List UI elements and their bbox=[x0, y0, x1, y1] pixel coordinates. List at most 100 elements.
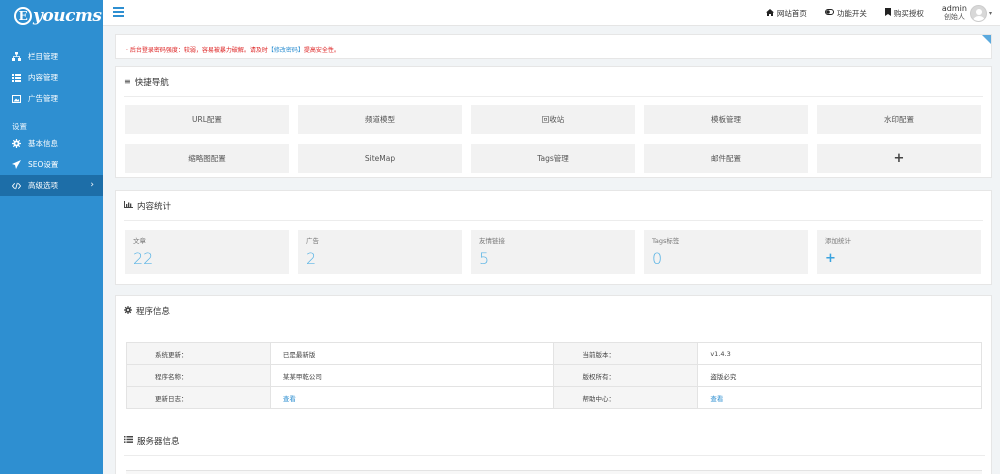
info-key: 系统更新： bbox=[126, 342, 271, 365]
bars-icon: ≡ bbox=[124, 77, 131, 86]
home-icon bbox=[765, 8, 774, 18]
alert-text-end: 提高安全性。 bbox=[303, 47, 340, 54]
alert-text: · 后台登录密码强度：较弱，容易被暴力破解。请及时 bbox=[126, 47, 268, 54]
program-info-title-text: 程序信息 bbox=[136, 307, 171, 317]
table-row: 系统更新： 已是最新版 当前版本： v1.4.3 bbox=[126, 342, 982, 365]
stat-value: 5 bbox=[479, 249, 490, 268]
quick-nav-thumbnail[interactable]: 缩略图配置 bbox=[125, 144, 289, 173]
quick-nav-email[interactable]: 邮件配置 bbox=[644, 144, 808, 173]
menu-toggle-icon[interactable] bbox=[113, 7, 124, 17]
stat-value: 22 bbox=[133, 249, 154, 268]
add-stat-label: 添加统计 bbox=[825, 237, 851, 245]
home-label: 网站首页 bbox=[776, 8, 807, 18]
info-value: 查看 bbox=[697, 386, 982, 409]
sidebar: Eyoucms 栏目管理 内容管理 广告管理 设置 基本信息 SEO设置 高级选… bbox=[0, 0, 103, 474]
quick-nav-watermark[interactable]: 水印配置 bbox=[817, 105, 981, 134]
caret-down-icon: ▾ bbox=[988, 9, 992, 17]
help-center-link[interactable]: 查看 bbox=[710, 395, 723, 403]
buy-label: 购买授权 bbox=[893, 8, 924, 18]
plus-icon: + bbox=[825, 251, 836, 266]
info-key: 程序名称： bbox=[126, 364, 271, 387]
stats-grid: 文章 22 广告 2 友情链接 5 Tags标签 0 添加统计 + bbox=[116, 221, 991, 274]
quick-nav-grid: URL配置 频道模型 回收站 模板管理 水印配置 缩略图配置 SiteMap T… bbox=[116, 97, 991, 173]
logo-text: youcms bbox=[33, 6, 102, 26]
security-alert: · 后台登录密码强度：较弱，容易被暴力破解。请及时【修改密码】提高安全性。 bbox=[115, 34, 992, 59]
program-info-title: 程序信息 bbox=[124, 296, 983, 326]
sidebar-group-settings: 设置 bbox=[12, 121, 27, 131]
feature-toggle-link[interactable]: 功能开关 bbox=[824, 8, 867, 19]
list-icon bbox=[124, 436, 133, 445]
stat-links[interactable]: 友情链接 5 bbox=[471, 230, 635, 274]
program-info-table: 系统更新： 已是最新版 当前版本： v1.4.3 程序名称： 某某甲乾公司 版权… bbox=[126, 342, 982, 409]
stat-value: 2 bbox=[306, 249, 317, 268]
table-row: 程序名称： 某某甲乾公司 版权所有： 盗版必究 bbox=[126, 364, 982, 387]
quick-nav-title: ≡ 快捷导航 bbox=[124, 67, 983, 97]
code-icon bbox=[12, 181, 21, 190]
sidebar-menu: 栏目管理 内容管理 广告管理 设置 基本信息 SEO设置 高级选项 › bbox=[0, 46, 103, 196]
sidebar-item-label: SEO设置 bbox=[28, 160, 59, 169]
sidebar-item-ads[interactable]: 广告管理 bbox=[0, 88, 103, 109]
topbar: 网站首页 功能开关 购买授权 admin 创始人 ▾ bbox=[103, 0, 1000, 26]
logo[interactable]: Eyoucms bbox=[0, 0, 103, 32]
changelog-link[interactable]: 查看 bbox=[283, 395, 296, 403]
sidebar-item-content[interactable]: 内容管理 bbox=[0, 67, 103, 88]
user-role: 创始人 bbox=[943, 13, 965, 21]
sidebar-item-advanced[interactable]: 高级选项 › bbox=[0, 175, 103, 196]
info-key: 帮助中心： bbox=[553, 386, 699, 409]
sidebar-item-label: 广告管理 bbox=[28, 94, 58, 103]
info-value: 查看 bbox=[269, 386, 555, 409]
top-nav: 网站首页 功能开关 购买授权 admin 创始人 ▾ bbox=[765, 0, 1000, 26]
stat-articles[interactable]: 文章 22 bbox=[125, 230, 289, 274]
sidebar-item-label: 高级选项 bbox=[28, 181, 58, 190]
add-quick-nav-button[interactable]: + bbox=[817, 144, 981, 173]
bar-chart-icon bbox=[124, 201, 133, 210]
quick-nav-title-text: 快捷导航 bbox=[134, 77, 169, 88]
bookmark-icon bbox=[884, 8, 891, 18]
logo-mark: E bbox=[14, 7, 32, 25]
quick-nav-url-config[interactable]: URL配置 bbox=[125, 105, 289, 134]
stat-label: 广告 bbox=[306, 237, 319, 245]
info-value: 盗版必究 bbox=[697, 364, 982, 387]
change-password-link[interactable]: 【修改密码】 bbox=[268, 47, 304, 54]
server-info-title-text: 服务器信息 bbox=[137, 436, 180, 447]
toggle-icon bbox=[824, 9, 834, 17]
quick-nav-recycle-bin[interactable]: 回收站 bbox=[471, 105, 635, 134]
home-link[interactable]: 网站首页 bbox=[765, 8, 807, 19]
content-stats-panel: 内容统计 文章 22 广告 2 友情链接 5 Tags标签 0 添加统计 + bbox=[115, 190, 992, 285]
info-value: v1.4.3 bbox=[697, 342, 982, 365]
stat-label: Tags标签 bbox=[652, 237, 680, 245]
server-info-table bbox=[126, 470, 982, 474]
username: admin bbox=[941, 4, 967, 13]
stat-tags[interactable]: Tags标签 0 bbox=[644, 230, 808, 274]
info-key: 更新日志： bbox=[126, 386, 271, 409]
sidebar-item-basic[interactable]: 基本信息 bbox=[0, 133, 103, 154]
user-menu[interactable]: admin 创始人 ▾ bbox=[942, 4, 992, 22]
add-stat-button[interactable]: 添加统计 + bbox=[817, 230, 981, 274]
toggle-label: 功能开关 bbox=[836, 8, 867, 18]
info-value: 某某甲乾公司 bbox=[269, 364, 555, 387]
info-value: 已是最新版 bbox=[269, 342, 555, 365]
table-row: 更新日志： 查看 帮助中心： 查看 bbox=[126, 386, 982, 409]
list-icon bbox=[12, 73, 21, 82]
chevron-right-icon: › bbox=[90, 180, 94, 190]
sidebar-item-label: 基本信息 bbox=[28, 139, 58, 148]
stat-label: 文章 bbox=[133, 237, 146, 245]
quick-nav-tags[interactable]: Tags管理 bbox=[471, 144, 635, 173]
quick-nav-channel-model[interactable]: 频道模型 bbox=[298, 105, 462, 134]
buy-license-link[interactable]: 购买授权 bbox=[884, 8, 924, 19]
gear-icon bbox=[12, 139, 21, 148]
quick-nav-sitemap[interactable]: SiteMap bbox=[298, 144, 462, 173]
avatar bbox=[969, 4, 987, 22]
stats-title-text: 内容统计 bbox=[137, 201, 172, 212]
stat-value: 0 bbox=[652, 249, 663, 268]
sitemap-icon bbox=[12, 52, 21, 61]
program-info-panel: 程序信息 系统更新： 已是最新版 当前版本： v1.4.3 程序名称： 某某甲乾… bbox=[115, 295, 992, 474]
quick-nav-template[interactable]: 模板管理 bbox=[644, 105, 808, 134]
stat-ads[interactable]: 广告 2 bbox=[298, 230, 462, 274]
sidebar-item-seo[interactable]: SEO设置 bbox=[0, 154, 103, 175]
sidebar-item-columns[interactable]: 栏目管理 bbox=[0, 46, 103, 67]
sidebar-item-label: 内容管理 bbox=[28, 73, 58, 82]
stats-title: 内容统计 bbox=[124, 191, 983, 221]
paper-plane-icon bbox=[12, 160, 21, 169]
info-key: 版权所有： bbox=[553, 364, 699, 387]
